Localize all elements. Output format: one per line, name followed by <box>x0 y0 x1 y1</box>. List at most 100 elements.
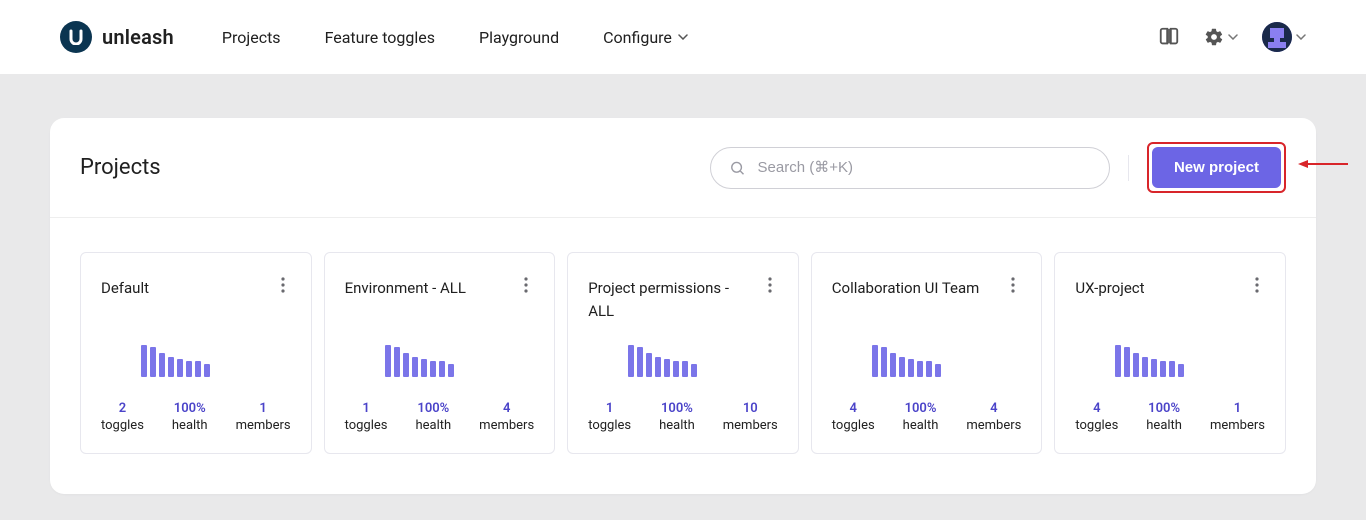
stat-value: 100% <box>1146 401 1182 416</box>
stat-value: 2 <box>101 401 144 416</box>
kebab-menu-icon[interactable] <box>762 277 778 293</box>
user-menu[interactable] <box>1262 22 1306 52</box>
stat-value: 4 <box>966 401 1021 416</box>
kebab-menu-icon[interactable] <box>275 277 291 293</box>
stat-value: 10 <box>723 401 778 416</box>
project-card[interactable]: Collaboration UI Team4toggles100%health4… <box>811 252 1043 454</box>
stat-label: health <box>415 418 451 433</box>
card-header: Default <box>101 277 291 325</box>
sparkline <box>1115 341 1265 377</box>
nav-feature-toggles[interactable]: Feature toggles <box>325 28 435 47</box>
book-icon <box>1158 26 1180 48</box>
brand[interactable]: unleash <box>60 21 174 53</box>
project-stats: 1 toggles 100% health 10 members <box>588 401 778 433</box>
stat-label: members <box>723 418 778 433</box>
sparkline <box>628 341 778 377</box>
project-card[interactable]: Default 2 toggles 100% health 1 members <box>80 252 312 454</box>
stat-health: 100% health <box>903 401 939 433</box>
nav-configure[interactable]: Configure <box>603 28 688 47</box>
stat-label: members <box>479 418 534 433</box>
card-header: Project permissions - ALL <box>588 277 778 325</box>
chevron-down-icon <box>1228 34 1238 40</box>
stat-value: 1 <box>588 401 631 416</box>
project-card[interactable]: UX-project 4 toggles 100% health 1members <box>1054 252 1286 454</box>
stat-value: 1 <box>236 401 291 416</box>
project-stats: 1 toggles 100% health 4members <box>345 401 535 433</box>
project-stats: 4 toggles 100% health 1members <box>1075 401 1265 433</box>
stat-value: 100% <box>415 401 451 416</box>
project-stats: 2 toggles 100% health 1 members <box>101 401 291 433</box>
stat-label: health <box>1146 418 1182 433</box>
stat-label: health <box>903 418 939 433</box>
stat-label: health <box>659 418 695 433</box>
stat-label: members <box>1210 418 1265 433</box>
stat-toggles: 1 toggles <box>588 401 631 433</box>
nav-projects[interactable]: Projects <box>222 28 281 47</box>
stat-health: 100% health <box>172 401 208 433</box>
header-right <box>1158 22 1306 52</box>
project-name: UX-project <box>1075 277 1144 300</box>
stat-toggles: 2 toggles <box>101 401 144 433</box>
main-content: Projects New project Default 2 toggles 100%… <box>50 118 1316 494</box>
project-name: Default <box>101 277 149 300</box>
project-name: Environment - ALL <box>345 277 466 300</box>
stat-toggles: 4 toggles <box>832 401 875 433</box>
stat-label: members <box>236 418 291 433</box>
chevron-down-icon <box>678 34 688 40</box>
search-icon <box>729 159 746 177</box>
stat-value: 4 <box>1075 401 1118 416</box>
brand-logo-icon <box>60 21 92 53</box>
card-header: Environment - ALL <box>345 277 535 325</box>
stat-value: 4 <box>832 401 875 416</box>
page-title: Projects <box>80 155 161 180</box>
brand-name: unleash <box>102 25 174 49</box>
stat-members: 1 members <box>236 401 291 433</box>
project-card[interactable]: Environment - ALL 1 toggles 100% health 4memb… <box>324 252 556 454</box>
stat-label: toggles <box>1075 418 1118 433</box>
top-nav: unleash Projects Feature toggles Playgro… <box>0 0 1366 74</box>
stat-label: toggles <box>832 418 875 433</box>
settings-button[interactable] <box>1204 27 1238 47</box>
search-input[interactable] <box>758 159 1091 176</box>
card-header: UX-project <box>1075 277 1265 325</box>
stat-value: 100% <box>903 401 939 416</box>
kebab-menu-icon[interactable] <box>1249 277 1265 293</box>
nav-playground[interactable]: Playground <box>479 28 559 47</box>
sparkline <box>141 341 291 377</box>
main-nav: Projects Feature toggles Playground Conf… <box>222 28 688 47</box>
stat-members: 4members <box>479 401 534 433</box>
stat-label: members <box>966 418 1021 433</box>
stat-health: 100% health <box>415 401 451 433</box>
project-name: Project permissions - ALL <box>588 277 743 322</box>
stat-toggles: 4 toggles <box>1075 401 1118 433</box>
gear-icon <box>1204 27 1224 47</box>
stat-label: toggles <box>345 418 388 433</box>
project-card[interactable]: Project permissions - ALL 1 toggles 100% hea… <box>567 252 799 454</box>
page-header: Projects New project <box>50 118 1316 218</box>
docs-button[interactable] <box>1158 26 1180 48</box>
stat-value: 100% <box>659 401 695 416</box>
stat-label: toggles <box>101 418 144 433</box>
stat-label: health <box>172 418 208 433</box>
chevron-down-icon <box>1296 34 1306 40</box>
new-project-button[interactable]: New project <box>1152 147 1281 188</box>
sparkline <box>385 341 535 377</box>
stat-health: 100% health <box>659 401 695 433</box>
stat-members: 1members <box>1210 401 1265 433</box>
divider <box>1128 155 1129 181</box>
search-input-wrapper[interactable] <box>710 147 1110 189</box>
header-left: unleash Projects Feature toggles Playgro… <box>60 21 688 53</box>
stat-value: 1 <box>345 401 388 416</box>
card-header: Collaboration UI Team <box>832 277 1022 325</box>
stat-label: toggles <box>588 418 631 433</box>
stat-members: 10 members <box>723 401 778 433</box>
new-project-highlight: New project <box>1147 142 1286 193</box>
stat-value: 100% <box>172 401 208 416</box>
stat-health: 100% health <box>1146 401 1182 433</box>
kebab-menu-icon[interactable] <box>1005 277 1021 293</box>
nav-configure-label: Configure <box>603 28 672 47</box>
avatar <box>1262 22 1292 52</box>
project-stats: 4 toggles 100% health 4 members <box>832 401 1022 433</box>
project-cards: Default2toggles100%health1membersEnviron… <box>50 218 1316 494</box>
kebab-menu-icon[interactable] <box>518 277 534 293</box>
